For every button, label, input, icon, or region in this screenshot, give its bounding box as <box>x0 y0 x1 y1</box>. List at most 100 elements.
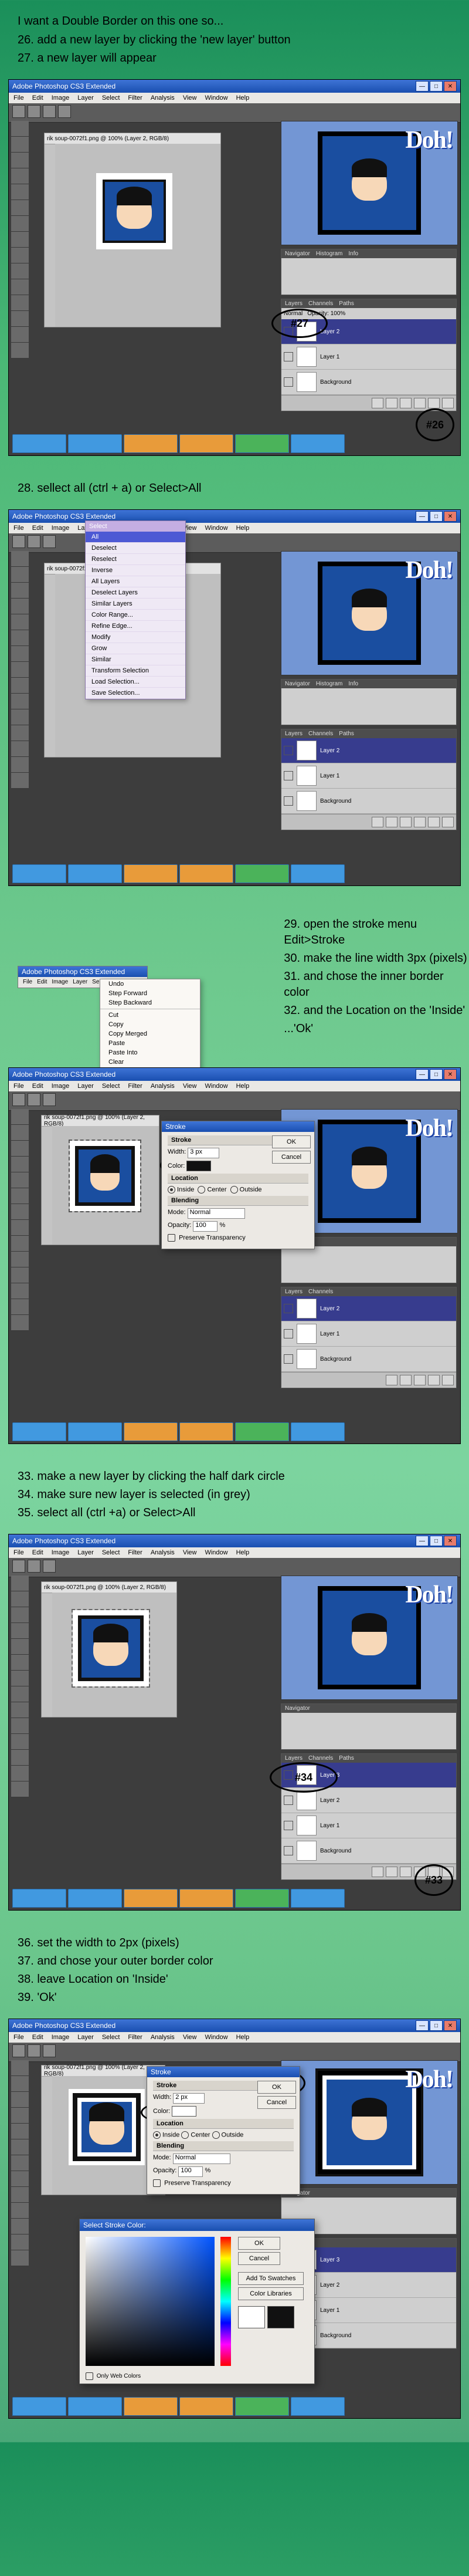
menu-similarlayers[interactable]: Similar Layers <box>86 599 185 610</box>
menu-analysis[interactable]: Analysis <box>151 94 175 102</box>
ok-button[interactable]: OK <box>257 2081 296 2094</box>
layer-row[interactable]: Layer 1 <box>281 344 456 370</box>
fx-icon[interactable] <box>372 398 383 408</box>
ok-button[interactable]: OK <box>272 1135 311 1148</box>
tool-item[interactable] <box>11 184 29 200</box>
tool-item[interactable] <box>11 137 29 153</box>
menu-image[interactable]: Image <box>52 94 70 102</box>
max-btn[interactable]: □ <box>430 81 443 92</box>
menu-transformsel[interactable]: Transform Selection <box>86 665 185 677</box>
tool-item[interactable] <box>11 232 29 248</box>
layer-row[interactable]: Background <box>281 1347 456 1372</box>
add-swatch[interactable]: Add To Swatches <box>238 2272 304 2285</box>
tab-channels[interactable]: Channels <box>308 731 333 737</box>
menu-window[interactable]: Window <box>205 94 227 102</box>
menu-alllayers[interactable]: All Layers <box>86 576 185 587</box>
color-swatch[interactable] <box>186 1161 211 1171</box>
tool-item[interactable] <box>11 200 29 216</box>
tab-layers[interactable]: Layers <box>285 731 303 737</box>
opt-tool[interactable] <box>58 105 71 118</box>
menu-item[interactable]: Copy Merged <box>100 1029 200 1039</box>
visibility-icon[interactable] <box>284 377 293 387</box>
layer-row[interactable]: Layer 1 <box>281 1321 456 1347</box>
menu-select[interactable]: Select <box>102 94 120 102</box>
color-libraries[interactable]: Color Libraries <box>238 2287 304 2300</box>
webcolors-check[interactable] <box>86 2372 93 2380</box>
menu-item[interactable]: Copy <box>100 1020 200 1029</box>
layer-row[interactable]: Background <box>281 789 456 814</box>
menu-file[interactable]: File <box>13 94 24 102</box>
tab-layers[interactable]: Layers <box>285 300 303 307</box>
canvas-area[interactable] <box>55 144 220 327</box>
menu-savesel[interactable]: Save Selection... <box>86 688 185 699</box>
group-icon[interactable] <box>414 398 426 408</box>
menu-loadsel[interactable]: Load Selection... <box>86 677 185 688</box>
menu-colorrange[interactable]: Color Range... <box>86 610 185 621</box>
tool-item[interactable] <box>11 311 29 327</box>
tab-paths[interactable]: Paths <box>339 731 354 737</box>
tab-paths[interactable]: Paths <box>339 300 354 307</box>
cancel-button[interactable]: Cancel <box>257 2096 296 2109</box>
opt-tool[interactable] <box>43 535 56 548</box>
radio-outside[interactable] <box>230 1186 238 1194</box>
menu-window[interactable]: Window <box>205 525 227 532</box>
opt-tool[interactable] <box>28 535 40 548</box>
opt-tool[interactable] <box>12 105 25 118</box>
task-btn[interactable] <box>235 434 289 453</box>
trash-icon[interactable] <box>442 398 454 408</box>
tool-item[interactable] <box>11 279 29 295</box>
menu-reselect[interactable]: Reselect <box>86 554 185 565</box>
menu-item[interactable]: Step Backward <box>100 998 200 1008</box>
tool-item[interactable] <box>11 168 29 184</box>
adjustment-icon[interactable] <box>400 398 412 408</box>
color-gradient[interactable] <box>86 2237 215 2366</box>
new-layer-icon[interactable] <box>428 398 440 408</box>
min-btn[interactable]: — <box>416 81 429 92</box>
tool-item[interactable] <box>11 216 29 232</box>
tool-item[interactable] <box>11 263 29 279</box>
layer-row[interactable]: Layer 2 <box>281 1296 456 1321</box>
min-btn[interactable]: — <box>416 511 429 522</box>
menu-inverse[interactable]: Inverse <box>86 565 185 576</box>
width-input[interactable]: 2 px <box>173 2093 205 2104</box>
radio-inside[interactable] <box>153 2131 161 2139</box>
menu-image[interactable]: Image <box>52 525 70 532</box>
menu-deselect[interactable]: Deselect <box>86 543 185 554</box>
layer-row[interactable]: Layer 1 <box>281 1813 456 1838</box>
mode-select[interactable]: Normal <box>188 1208 245 1219</box>
menu-item[interactable]: Cut <box>100 1009 200 1020</box>
task-btn[interactable] <box>12 434 66 453</box>
adjustment-icon[interactable] <box>400 1867 412 1877</box>
picker-cancel[interactable]: Cancel <box>238 2252 280 2265</box>
menu-similar[interactable]: Similar <box>86 654 185 665</box>
menu-item[interactable]: Paste Into <box>100 1048 200 1057</box>
tool-item[interactable] <box>11 343 29 359</box>
menu-filter[interactable]: Filter <box>128 94 142 102</box>
menu-item[interactable]: Step Forward <box>100 989 200 998</box>
menu-help[interactable]: Help <box>236 525 250 532</box>
tool-item[interactable] <box>11 153 29 168</box>
max-btn[interactable]: □ <box>430 511 443 522</box>
task-btn[interactable] <box>68 434 122 453</box>
task-btn[interactable] <box>124 434 178 453</box>
mask-icon[interactable] <box>386 398 397 408</box>
tool-item[interactable] <box>11 248 29 263</box>
menu-view[interactable]: View <box>183 94 197 102</box>
visibility-icon[interactable] <box>284 352 293 361</box>
opt-tool[interactable] <box>43 105 56 118</box>
close-btn[interactable]: ✕ <box>444 511 457 522</box>
radio-center[interactable] <box>198 1186 205 1194</box>
cancel-button[interactable]: Cancel <box>272 1151 311 1164</box>
layer-row[interactable]: Background <box>281 1838 456 1864</box>
menu-edit[interactable]: Edit <box>32 94 43 102</box>
layer-row[interactable]: Background <box>281 370 456 395</box>
menu-all[interactable]: All <box>86 532 185 543</box>
layer-row[interactable]: Layer 1 <box>281 763 456 789</box>
menu-deselectlayers[interactable]: Deselect Layers <box>86 587 185 599</box>
task-btn[interactable] <box>291 434 345 453</box>
tab-channels[interactable]: Channels <box>308 300 333 307</box>
menu-item[interactable]: Paste <box>100 1039 200 1048</box>
tool-item[interactable] <box>11 295 29 311</box>
close-btn[interactable]: ✕ <box>444 81 457 92</box>
tool-item[interactable] <box>11 121 29 137</box>
